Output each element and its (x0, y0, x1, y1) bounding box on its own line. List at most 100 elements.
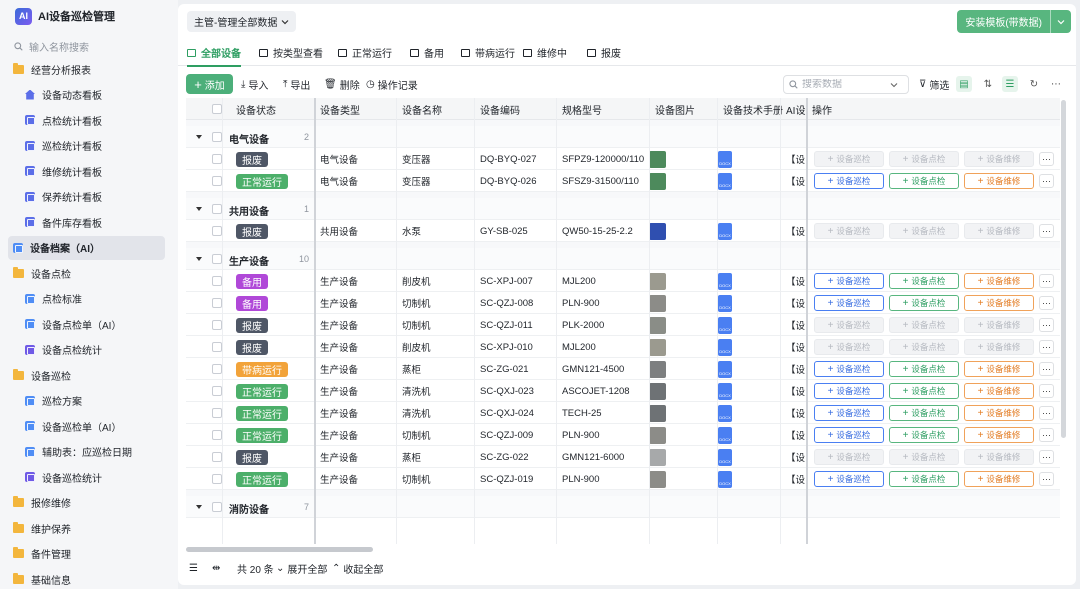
action-patrol-button[interactable]: + 设备巡检 (814, 173, 884, 189)
sidebar-item[interactable]: 备件库存看板 (8, 210, 165, 234)
column-header[interactable]: 设备类型 (320, 98, 395, 120)
equipment-photo[interactable] (649, 316, 666, 334)
sidebar-item[interactable]: 辅助表：应巡检日期 (8, 440, 165, 464)
docx-file-icon[interactable] (718, 222, 732, 240)
column-header[interactable]: 规格型号 (562, 98, 652, 120)
action-check-button[interactable]: + 设备点检 (889, 151, 959, 167)
chevron-down-icon[interactable] (1050, 10, 1071, 33)
equipment-photo[interactable] (649, 172, 666, 190)
group-header[interactable]: 消防设备 7 (186, 496, 1060, 518)
column-header[interactable]: 设备图片 (655, 98, 715, 120)
row-checkbox[interactable] (212, 408, 222, 418)
caret-down-icon[interactable] (196, 505, 202, 509)
action-patrol-button[interactable]: + 设备巡检 (814, 339, 884, 355)
caret-down-icon[interactable] (196, 135, 202, 139)
group-checkbox[interactable] (212, 254, 222, 264)
row-checkbox[interactable] (212, 226, 222, 236)
table-row[interactable]: 正常运行生产设备清洗机SC-QXJ-024TECH-25【设+设备巡检+设备点检… (186, 402, 1060, 424)
column-header[interactable]: 设备编码 (480, 98, 555, 120)
scope-selector[interactable]: 主管-管理全部数据 (187, 11, 297, 32)
sidebar-item[interactable]: 点检标准 (8, 287, 165, 311)
action-check-button[interactable]: + 设备点检 (889, 295, 959, 311)
table-row[interactable]: 正常运行生产设备切制机SC-QZJ-009PLN-900【设+设备巡检+设备点检… (186, 424, 1060, 446)
row-checkbox[interactable] (212, 452, 222, 462)
sidebar-item[interactable]: 设备档案（AI） (8, 235, 165, 260)
column-width-icon[interactable]: ⇹ (212, 560, 220, 576)
column-header[interactable]: AI设备 (786, 98, 808, 120)
table-row[interactable]: 报废生产设备削皮机SC-XPJ-010MJL200【设+设备巡检+设备点检+设备… (186, 336, 1060, 358)
action-patrol-button[interactable]: + 设备巡检 (814, 471, 884, 487)
group-header[interactable]: 共用设备 1 (186, 198, 1060, 220)
sidebar-item[interactable]: 设备点检单（AI） (8, 312, 165, 336)
more-actions-button[interactable]: ··· (1039, 224, 1054, 238)
sort-icon[interactable]: ⇅ (980, 76, 996, 92)
sidebar-search[interactable]: 输入名称搜索 (14, 39, 164, 54)
row-checkbox[interactable] (212, 430, 222, 440)
column-header[interactable]: 设备状态 (236, 98, 306, 120)
sidebar-item[interactable]: 基础信息 (8, 567, 165, 589)
docx-file-icon[interactable] (718, 294, 732, 312)
column-header[interactable]: 设备技术手册 (723, 98, 785, 120)
sidebar-item[interactable]: 备件管理 (8, 542, 165, 566)
action-repair-button[interactable]: + 设备维修 (964, 361, 1034, 377)
sidebar-item[interactable]: 设备巡检 (8, 363, 165, 387)
select-all-checkbox[interactable] (212, 104, 222, 114)
equipment-photo[interactable] (649, 272, 666, 290)
more-actions-button[interactable]: ··· (1039, 152, 1054, 166)
export-button[interactable]: ⤒ 导出 (283, 74, 310, 94)
action-patrol-button[interactable]: + 设备巡检 (814, 223, 884, 239)
action-check-button[interactable]: + 设备点检 (889, 223, 959, 239)
row-checkbox[interactable] (212, 342, 222, 352)
more-actions-button[interactable]: ··· (1039, 384, 1054, 398)
table-row[interactable]: 备用生产设备切制机SC-QZJ-008PLN-900【设+设备巡检+设备点检+设… (186, 292, 1060, 314)
tab[interactable]: 带病运行 (461, 39, 515, 66)
tab[interactable]: 按类型查看 (259, 39, 323, 66)
action-patrol-button[interactable]: + 设备巡检 (814, 273, 884, 289)
action-check-button[interactable]: + 设备点检 (889, 361, 959, 377)
row-height-icon[interactable]: ☰ (189, 560, 198, 576)
action-check-button[interactable]: + 设备点检 (889, 173, 959, 189)
action-check-button[interactable]: + 设备点检 (889, 383, 959, 399)
action-patrol-button[interactable]: + 设备巡检 (814, 295, 884, 311)
action-repair-button[interactable]: + 设备维修 (964, 295, 1034, 311)
action-repair-button[interactable]: + 设备维修 (964, 471, 1034, 487)
tab[interactable]: 正常运行 (338, 39, 392, 66)
delete-button[interactable]: 🗑 删除 (324, 74, 360, 94)
more-icon[interactable]: ⋯ (1048, 76, 1064, 92)
docx-file-icon[interactable] (718, 426, 732, 444)
action-check-button[interactable]: + 设备点检 (889, 317, 959, 333)
docx-file-icon[interactable] (718, 316, 732, 334)
action-repair-button[interactable]: + 设备维修 (964, 383, 1034, 399)
sidebar-item[interactable]: 保养统计看板 (8, 185, 165, 209)
caret-down-icon[interactable] (196, 257, 202, 261)
chevron-down-icon[interactable] (890, 81, 898, 89)
action-repair-button[interactable]: + 设备维修 (964, 405, 1034, 421)
equipment-photo[interactable] (649, 426, 666, 444)
sidebar-item[interactable]: 设备点检统计 (8, 338, 165, 362)
docx-file-icon[interactable] (718, 360, 732, 378)
action-check-button[interactable]: + 设备点检 (889, 471, 959, 487)
table-row[interactable]: 带病运行生产设备蒸柜SC-ZG-021GMN121-4500【设+设备巡检+设备… (186, 358, 1060, 380)
action-check-button[interactable]: + 设备点检 (889, 273, 959, 289)
group-checkbox[interactable] (212, 204, 222, 214)
docx-file-icon[interactable] (718, 272, 732, 290)
sidebar-item[interactable]: 设备巡检统计 (8, 465, 165, 489)
horizontal-scrollbar[interactable] (186, 547, 373, 552)
action-repair-button[interactable]: + 设备维修 (964, 317, 1034, 333)
search-input[interactable] (802, 79, 886, 90)
action-patrol-button[interactable]: + 设备巡检 (814, 317, 884, 333)
equipment-photo[interactable] (649, 338, 666, 356)
group-header[interactable]: 电气设备 2 (186, 126, 1060, 148)
docx-file-icon[interactable] (718, 448, 732, 466)
action-repair-button[interactable]: + 设备维修 (964, 273, 1034, 289)
column-header[interactable]: 操作 (812, 98, 1042, 120)
action-repair-button[interactable]: + 设备维修 (964, 427, 1034, 443)
table-row[interactable]: 报废生产设备蒸柜SC-ZG-022GMN121-6000【设+设备巡检+设备点检… (186, 446, 1060, 468)
action-repair-button[interactable]: + 设备维修 (964, 151, 1034, 167)
more-actions-button[interactable]: ··· (1039, 174, 1054, 188)
table-row[interactable]: 报废共用设备水泵GY-SB-025QW50-15-25-2.2【设+设备巡检+设… (186, 220, 1060, 242)
group-view-icon[interactable]: ☰ (1002, 76, 1018, 92)
more-actions-button[interactable]: ··· (1039, 428, 1054, 442)
vertical-scrollbar[interactable] (1061, 100, 1066, 438)
table-row[interactable]: 报废电气设备变压器DQ-BYQ-027SFPZ9-120000/110【设+设备… (186, 148, 1060, 170)
